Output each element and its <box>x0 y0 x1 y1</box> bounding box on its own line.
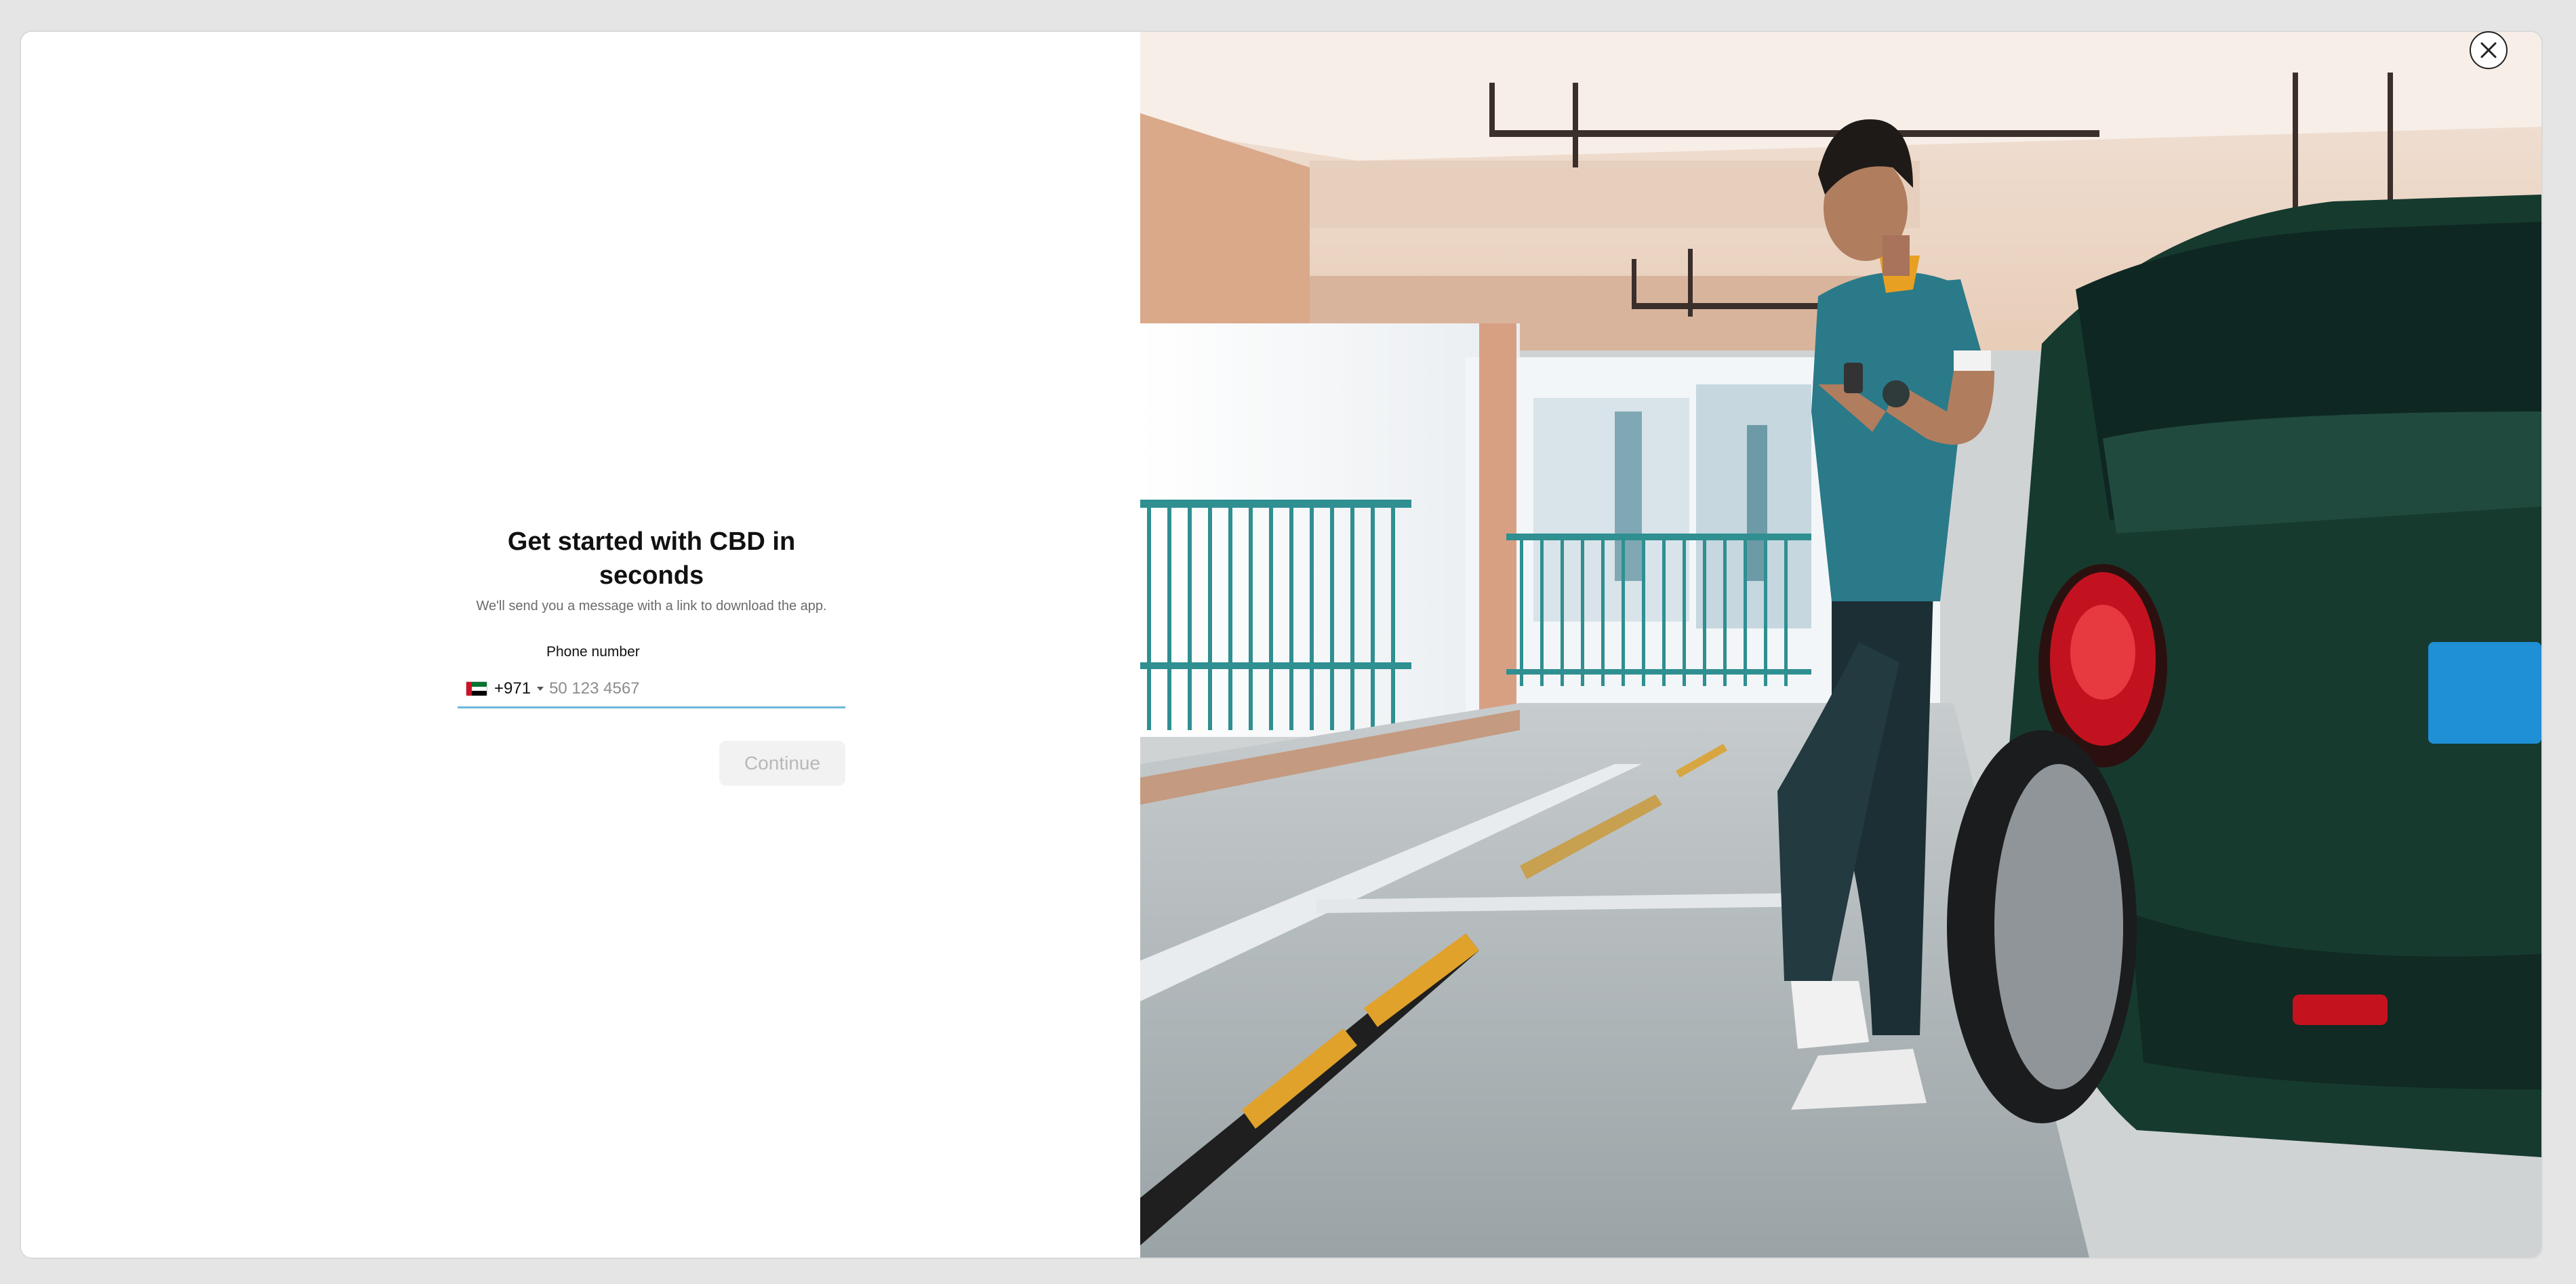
country-code-select[interactable]: +971 <box>458 671 544 706</box>
form-actions: Continue <box>458 741 845 786</box>
signup-modal: Get started with CBD in seconds We'll se… <box>21 32 2541 1258</box>
continue-button[interactable]: Continue <box>719 741 845 786</box>
phone-number-field: +971 <box>458 671 845 708</box>
phone-number-input[interactable] <box>549 671 845 706</box>
hero-photo <box>1140 32 2541 1258</box>
uae-flag-icon <box>466 681 487 696</box>
page-title: Get started with CBD in seconds <box>507 527 796 590</box>
dial-code: +971 <box>494 679 531 698</box>
signup-panel: Get started with CBD in seconds We'll se… <box>21 32 1140 1258</box>
close-button[interactable] <box>2470 31 2508 69</box>
caret-down-icon <box>537 687 544 691</box>
phone-number-label: Phone number <box>546 644 640 660</box>
close-icon <box>2480 42 2497 58</box>
page-subtitle: We'll send you a message with a link to … <box>476 599 827 614</box>
phone-signup-form: Get started with CBD in seconds We'll se… <box>458 525 845 786</box>
